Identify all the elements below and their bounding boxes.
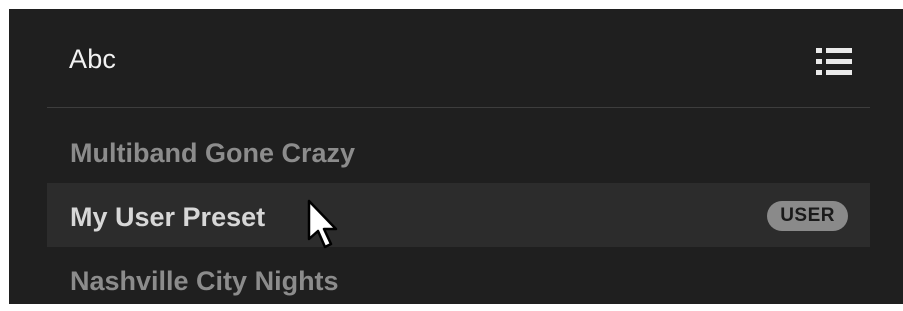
panel-header: Abc [9,9,903,108]
list-menu-button[interactable] [809,45,859,79]
preset-label: Multiband Gone Crazy [70,138,356,168]
preset-item-multiband-gone-crazy[interactable]: Multiband Gone Crazy [47,119,870,183]
panel-title: Abc [69,44,117,74]
preset-list: Multiband Gone Crazy My User Preset USER… [47,119,870,311]
preset-item-my-user-preset[interactable]: My User Preset USER [47,183,870,247]
user-badge: USER [767,201,848,231]
preset-label: My User Preset [70,202,266,232]
list-menu-icon [816,48,852,75]
preset-label: Nashville City Nights [70,266,339,296]
preset-item-nashville-city-nights[interactable]: Nashville City Nights [47,247,870,311]
preset-panel: Abc Multiband Gone Crazy My User Preset … [9,9,903,304]
header-divider [47,107,870,108]
